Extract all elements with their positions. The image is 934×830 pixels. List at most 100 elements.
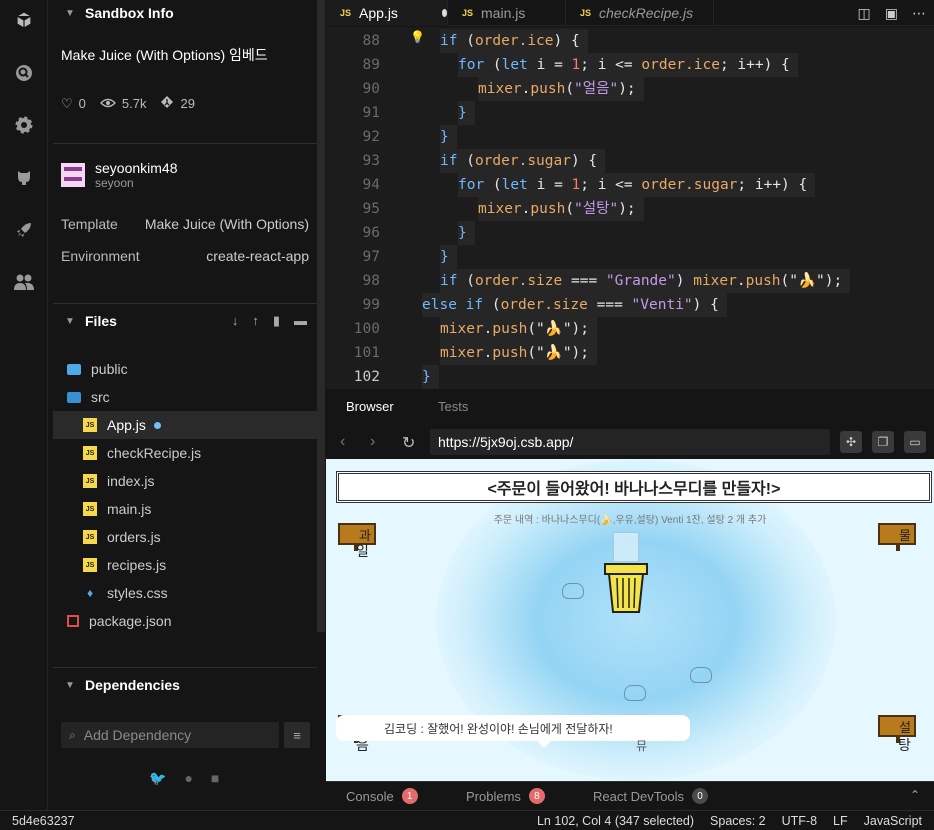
tab-problems[interactable]: Problems 8 [466, 788, 545, 804]
likes-stat[interactable]: ♡ 0 [61, 96, 86, 112]
twitter-icon[interactable]: 🐦 [149, 770, 166, 787]
heart-icon: ♡ [61, 95, 73, 111]
browser-viewport[interactable]: <주문이 들어왔어! 바나나스무디를 만들자!> 주문 내역 : 바나나스무디(… [326, 459, 934, 781]
fork-icon [160, 95, 174, 112]
code-editor[interactable]: 💡 88 if (order.ice) { 89 for (let i = 1; i… [326, 27, 934, 389]
css-file-icon: ♦ [86, 586, 94, 600]
copy-icon[interactable]: ❐ [872, 431, 894, 453]
preview-tabs: Browser Tests [326, 389, 934, 425]
add-dependency-input[interactable]: ⌕ Add Dependency [61, 722, 279, 748]
github-icon[interactable]: ● [184, 770, 192, 787]
encoding[interactable]: UTF-8 [782, 814, 817, 828]
code-line: 96} [326, 221, 934, 245]
cursor-position[interactable]: Ln 102, Col 4 (347 selected) [537, 814, 694, 828]
url-input[interactable]: https://5jx9oj.csb.app/ [430, 429, 830, 455]
water-sign[interactable]: 물 [878, 523, 916, 545]
template-label: Template [61, 216, 118, 232]
sandbox-info-header[interactable]: ▼ Sandbox Info [53, 0, 317, 26]
chevron-up-icon[interactable]: ⌃ [910, 788, 920, 802]
forks-stat[interactable]: 29 [160, 95, 195, 112]
tab-main-js[interactable]: JS main.js [448, 0, 566, 26]
juice-mixer[interactable] [603, 562, 649, 614]
back-icon[interactable]: ‹ [340, 433, 345, 451]
github-icon[interactable] [12, 165, 36, 189]
activity-bar [0, 0, 48, 810]
rocket-icon[interactable] [12, 218, 36, 242]
users-icon[interactable] [12, 270, 36, 294]
console-bar: Console 1 Problems 8 React DevTools 0 ⌃ [326, 781, 934, 810]
line-ending[interactable]: LF [833, 814, 848, 828]
dependencies-header[interactable]: ▼ Dependencies [53, 672, 317, 698]
split-view-icon[interactable]: ◫ [858, 5, 871, 22]
author-name: seyoonkim48 [95, 160, 178, 176]
order-details: 주문 내역 : 바나나스무디(🍌,우유,설탕) Venti 1잔, 설탕 2 개… [493, 515, 767, 526]
file-item-app-js[interactable]: JS App.js [53, 411, 317, 439]
file-item-index-js[interactable]: JS index.js [53, 467, 317, 495]
sidebar-scrollbar[interactable] [317, 0, 325, 632]
js-file-icon: JS [580, 8, 592, 18]
bear-face-icon [690, 667, 712, 683]
divider [53, 667, 317, 668]
editor-tabs: JS App.js JS main.js JS checkRecipe.js ◫… [326, 0, 934, 26]
sidebar: ▼ Sandbox Info Make Juice (With Options)… [53, 0, 317, 810]
file-item-checkrecipe-js[interactable]: JS checkRecipe.js [53, 439, 317, 467]
tab-checkrecipe-js[interactable]: JS checkRecipe.js [566, 0, 714, 26]
tab-tests[interactable]: Tests [438, 399, 468, 414]
author-handle: seyoon [95, 176, 134, 190]
new-file-icon[interactable]: ▮ [273, 313, 280, 329]
devtools-icon[interactable]: ✣ [840, 431, 862, 453]
unsaved-dot[interactable] [441, 9, 447, 17]
eye-icon [99, 96, 116, 111]
file-item-styles-css[interactable]: ♦ styles.css [53, 579, 317, 607]
refresh-icon[interactable]: ↻ [402, 433, 415, 453]
search-icon[interactable] [12, 61, 36, 85]
download-icon[interactable]: ↓ [232, 313, 239, 329]
new-folder-icon[interactable]: ▬ [294, 313, 307, 329]
divider [53, 143, 317, 144]
preview-icon[interactable]: ▣ [885, 5, 898, 22]
js-file-icon: JS [83, 446, 97, 460]
tab-react-devtools[interactable]: React DevTools 0 [593, 788, 709, 804]
cup[interactable] [613, 532, 639, 562]
folder-icon [67, 363, 81, 375]
sugar-sign[interactable]: 설 [878, 715, 916, 737]
box-icon[interactable] [12, 8, 36, 32]
browser-toolbar: ‹ › ↻ https://5jx9oj.csb.app/ ✣ ❐ ▭ [326, 425, 934, 459]
template-value[interactable]: Make Juice (With Options) [145, 216, 309, 232]
file-item-recipes-js[interactable]: JS recipes.js [53, 551, 317, 579]
code-line: 89 for (let i = 1; i <= order.ice; i++) { [326, 53, 934, 77]
search-icon: ⌕ [69, 727, 76, 742]
more-icon[interactable]: ⋯ [912, 5, 926, 22]
code-line: 98 if (order.size === "Grande") mixer.pus… [326, 269, 934, 293]
file-item-package-json[interactable]: package.json [53, 607, 317, 635]
indentation[interactable]: Spaces: 2 [710, 814, 766, 828]
language-mode[interactable]: JavaScript [864, 814, 922, 828]
code-line: 99 else if (order.size === "Venti") { [326, 293, 934, 317]
sandbox-stats: ♡ 0 5.7k 29 [61, 95, 195, 112]
code-line: 90 mixer.push("얼음"); [326, 77, 934, 101]
js-file-icon: JS [83, 530, 97, 544]
tab-browser[interactable]: Browser [346, 399, 394, 414]
file-item-orders-js[interactable]: JS orders.js [53, 523, 317, 551]
tab-console[interactable]: Console 1 [346, 788, 418, 804]
author[interactable]: seyoonkim48 seyoon [61, 160, 178, 190]
file-item-src[interactable]: src [53, 383, 317, 411]
file-item-public[interactable]: public [53, 355, 317, 383]
code-line: 93 if (order.sugar) { [326, 149, 934, 173]
bear-face-icon [624, 685, 646, 701]
sign-post [896, 543, 900, 551]
forward-icon[interactable]: › [370, 433, 375, 451]
js-file-icon: JS [83, 418, 97, 432]
tab-app-js[interactable]: JS App.js [326, 0, 448, 26]
gear-icon[interactable] [12, 113, 36, 137]
file-item-main-js[interactable]: JS main.js [53, 495, 317, 523]
files-header[interactable]: ▼ Files ↓ ↑ ▮ ▬ [53, 308, 317, 334]
mixer-label: 뮤 [636, 739, 648, 753]
dependency-menu-button[interactable]: ≡ [284, 722, 310, 748]
environment-label: Environment [61, 248, 140, 264]
new-window-icon[interactable]: ▭ [904, 431, 926, 453]
bear-face-icon [562, 583, 584, 599]
commit-hash[interactable]: 5d4e63237 [12, 814, 75, 828]
upload-icon[interactable]: ↑ [252, 313, 259, 329]
discord-icon[interactable]: ■ [211, 770, 219, 787]
